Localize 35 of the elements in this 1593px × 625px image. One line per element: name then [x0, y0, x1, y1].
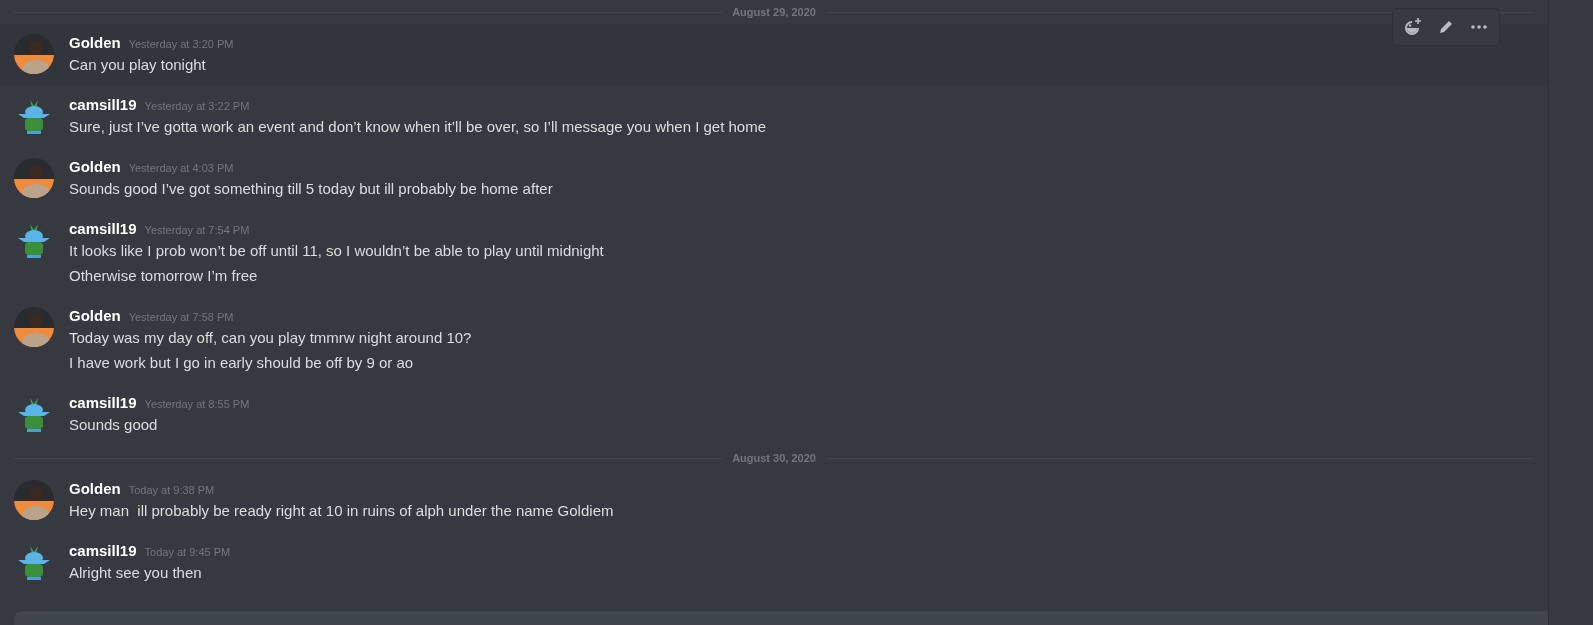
avatar[interactable]	[14, 307, 54, 347]
message-text: Hey man ill probably be ready right at 10 in ruins of alph under the name Goldiem	[69, 501, 614, 521]
message-text: Alright see you then	[69, 563, 203, 583]
timestamp: Yesterday at 3:20 PM	[128, 38, 234, 50]
timestamp: Today at 9:45 PM	[144, 546, 231, 558]
message-text: I have work but I go in early should be off by 9 or ao	[69, 353, 415, 373]
timestamp: Yesterday at 7:54 PM	[144, 224, 250, 236]
username[interactable]: Golden	[69, 34, 121, 51]
message-text: It looks like I prob won’t be off until 11, so I wouldn’t be able to play until midnight	[69, 241, 604, 261]
message-text: Sounds good	[69, 415, 159, 435]
message-text: Sounds good I’ve got something till 5 today but ill probably be home after	[69, 179, 553, 199]
message-text: Sure, just I’ve gotta work an event and don’t know when it’ll be over, so I’ll message you when I get home	[69, 117, 767, 137]
message-text: Otherwise tomorrow I’m free	[69, 266, 259, 286]
username[interactable]: camsill19	[69, 220, 137, 237]
username[interactable]: Golden	[69, 480, 121, 497]
pencil-icon	[1437, 18, 1455, 36]
timestamp: Yesterday at 4:03 PM	[128, 162, 234, 174]
avatar[interactable]	[14, 158, 54, 198]
timestamp: Yesterday at 8:55 PM	[144, 398, 250, 410]
username[interactable]: Golden	[69, 307, 121, 324]
message-text: Today was my day off, can you play tmmrw night around 10?	[69, 328, 472, 348]
timestamp: Today at 9:38 PM	[128, 484, 215, 496]
message-text: Can you play tonight	[69, 55, 207, 75]
username[interactable]: camsill19	[69, 394, 137, 411]
timestamp: Yesterday at 3:22 PM	[144, 100, 250, 112]
username[interactable]: camsill19	[69, 542, 137, 559]
username[interactable]: Golden	[69, 158, 121, 175]
avatar[interactable]	[14, 34, 54, 74]
timestamp: Yesterday at 7:58 PM	[128, 311, 234, 323]
ellipsis-icon	[1471, 25, 1487, 29]
username[interactable]: camsill19	[69, 96, 137, 113]
avatar[interactable]	[14, 480, 54, 520]
date-divider: August 29, 2020	[732, 6, 816, 18]
date-divider: August 30, 2020	[732, 452, 816, 464]
smiley-plus-icon	[1403, 17, 1423, 37]
